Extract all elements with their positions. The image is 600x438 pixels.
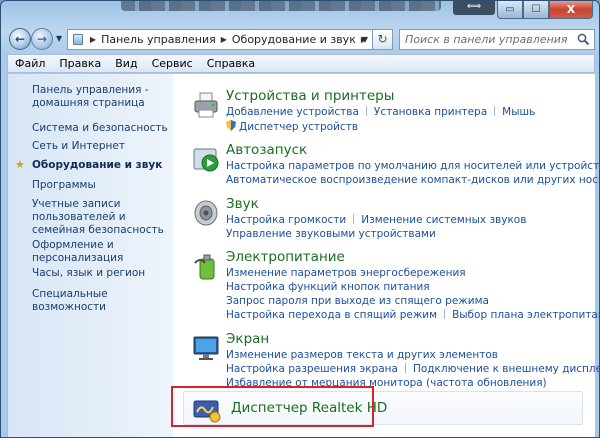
sidebar-item-system-security[interactable]: Система и безопасность bbox=[32, 122, 170, 135]
breadcrumb-control-panel[interactable]: Панель управления bbox=[101, 33, 216, 46]
search-placeholder: Поиск в панели управления bbox=[405, 33, 568, 46]
sidebar-item-network[interactable]: Сеть и Интернет bbox=[32, 140, 170, 153]
category-title[interactable]: Звук bbox=[226, 196, 259, 212]
display-icon[interactable] bbox=[191, 333, 221, 363]
control-panel-window: ⟺ ▭ ☐ X ← → ▼ ▶ Панель управления ▶ Обор… bbox=[0, 0, 600, 438]
sidebar-item-home[interactable]: Панель управления - домашняя страница bbox=[32, 84, 170, 110]
maximize-button[interactable]: ☐ bbox=[523, 1, 549, 19]
printer-icon[interactable] bbox=[191, 90, 221, 120]
shield-icon bbox=[226, 120, 236, 131]
back-button[interactable]: ← bbox=[9, 28, 31, 50]
sidebar-item-programs[interactable]: Программы bbox=[32, 179, 170, 192]
autoplay-icon[interactable] bbox=[191, 144, 221, 174]
refresh-button[interactable]: ↻ bbox=[373, 29, 393, 50]
link-text-size[interactable]: Изменение размеров текста и других элеме… bbox=[226, 349, 498, 361]
link-audio-devices[interactable]: Управление звуковыми устройствами bbox=[226, 228, 436, 240]
link-system-sounds[interactable]: Изменение системных звуков bbox=[361, 214, 526, 226]
recent-pages-dropdown[interactable]: ▼ bbox=[56, 34, 62, 43]
title-bar[interactable]: ⟺ ▭ ☐ X bbox=[1, 1, 599, 25]
link-screen-resolution[interactable]: Настройка разрешения экрана bbox=[226, 363, 398, 375]
address-bar[interactable]: ▶ Панель управления ▶ Оборудование и зву… bbox=[67, 29, 373, 50]
link-external-display[interactable]: Подключение к внешнему дисплею bbox=[413, 363, 599, 375]
link-wake-password[interactable]: Запрос пароля при выходе из спящего режи… bbox=[226, 295, 489, 307]
menu-help[interactable]: Справка bbox=[200, 57, 262, 70]
sidebar-item-hardware-sound[interactable]: Оборудование и звук bbox=[32, 159, 170, 172]
arrow-left-icon: ← bbox=[14, 32, 26, 46]
menu-tools[interactable]: Сервис bbox=[145, 57, 200, 70]
link-device-manager[interactable]: Диспетчер устройств bbox=[239, 121, 358, 133]
category-title[interactable]: Электропитание bbox=[226, 249, 345, 265]
sidebar-item-appearance[interactable]: Оформление и персонализация bbox=[32, 239, 170, 265]
breadcrumb-hardware-sound[interactable]: Оборудование и звук bbox=[232, 33, 356, 46]
search-input[interactable]: Поиск в панели управления bbox=[399, 29, 595, 50]
link-power-saving[interactable]: Изменение параметров энергосбережения bbox=[226, 267, 466, 279]
chevron-right-icon[interactable]: ▶ bbox=[221, 35, 227, 44]
speaker-icon[interactable] bbox=[191, 198, 221, 228]
close-button[interactable]: X bbox=[549, 1, 593, 19]
content-area: Панель управления - домашняя страница Си… bbox=[7, 74, 599, 437]
menu-file[interactable]: Файл bbox=[8, 57, 52, 70]
sidebar-item-accessibility[interactable]: Специальные возможности bbox=[32, 288, 170, 314]
refresh-icon: ↻ bbox=[377, 32, 388, 46]
menu-edit[interactable]: Правка bbox=[52, 57, 108, 70]
sidebar: Панель управления - домашняя страница Си… bbox=[8, 74, 173, 437]
category-title[interactable]: Экран bbox=[226, 331, 269, 347]
resize-arrows-icon[interactable]: ⟺ bbox=[453, 1, 495, 15]
menu-view[interactable]: Вид bbox=[108, 57, 144, 70]
arrow-right-icon: → bbox=[36, 32, 48, 46]
menu-bar: Файл Правка Вид Сервис Справка bbox=[7, 54, 595, 73]
link-add-device[interactable]: Добавление устройства bbox=[226, 106, 359, 118]
category-title[interactable]: Автозапуск bbox=[226, 142, 307, 158]
link-autoplay-cd[interactable]: Автоматическое воспроизведение компакт-д… bbox=[226, 174, 599, 186]
forward-button[interactable]: → bbox=[31, 28, 53, 50]
power-icon[interactable] bbox=[191, 251, 221, 281]
sidebar-item-clock-language[interactable]: Часы, язык и регион bbox=[32, 267, 170, 280]
address-dropdown-button[interactable]: ▼ bbox=[357, 29, 373, 50]
control-panel-folder-icon bbox=[73, 34, 83, 45]
search-icon[interactable] bbox=[577, 33, 590, 46]
minimize-button[interactable]: ▭ bbox=[497, 1, 523, 19]
link-power-buttons[interactable]: Настройка функций кнопок питания bbox=[226, 281, 430, 293]
link-power-plan[interactable]: Выбор плана электропитания bbox=[452, 309, 599, 321]
taskbar-preview-strip bbox=[121, 1, 441, 11]
current-category-star-icon: ★ bbox=[15, 158, 25, 171]
sidebar-item-user-accounts[interactable]: Учетные записи пользователей и семейная … bbox=[32, 198, 170, 237]
link-autoplay-defaults[interactable]: Настройка параметров по умолчанию для но… bbox=[226, 160, 599, 172]
link-add-printer[interactable]: Установка принтера bbox=[374, 106, 487, 118]
category-list: Устройства и принтеры Добавление устройс… bbox=[173, 74, 599, 437]
link-sleep-settings[interactable]: Настройка перехода в спящий режим bbox=[226, 309, 437, 321]
chevron-right-icon[interactable]: ▶ bbox=[90, 35, 96, 44]
highlight-frame bbox=[171, 386, 374, 427]
category-title[interactable]: Устройства и принтеры bbox=[226, 88, 394, 104]
link-volume[interactable]: Настройка громкости bbox=[226, 214, 346, 226]
link-mouse[interactable]: Мышь bbox=[502, 106, 535, 118]
navigation-bar: ← → ▼ ▶ Панель управления ▶ Оборудование… bbox=[7, 28, 595, 52]
